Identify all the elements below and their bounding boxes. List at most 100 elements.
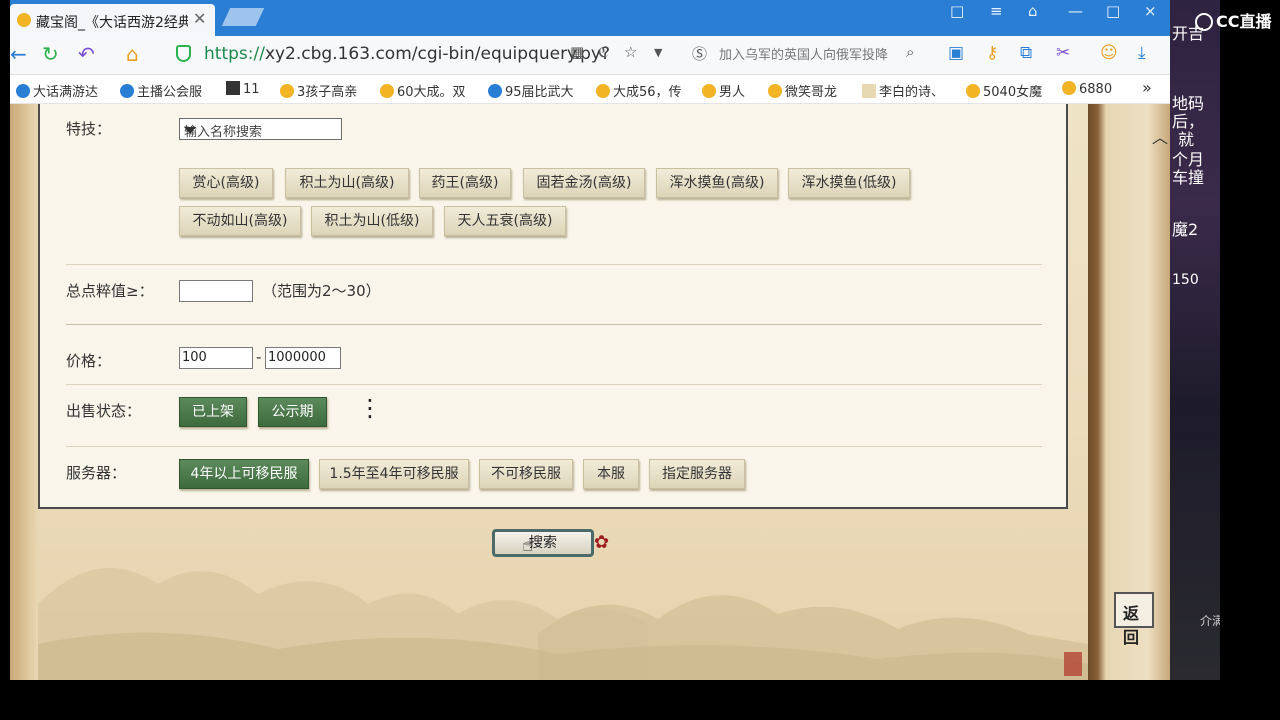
close-window-button[interactable]: × (1144, 2, 1157, 20)
skill-button[interactable]: 天人五衰(高级) (444, 206, 566, 236)
navigation-bar: ← ↻ ↶ ⌂ https://xy2.cbg.163.com/cgi-bin/… (10, 36, 1170, 75)
browser-window: 藏宝阁_《大话西游2经典 ✕ □ ≡ ⌂ — □ × ← ↻ ↶ ⌂ https… (10, 0, 1170, 680)
search-form-panel: 特技： 输入名称搜索 赏心(高级) 积土为山(高级) 药王(高级) 固若金汤(高… (38, 104, 1068, 509)
divider (66, 384, 1042, 385)
status-listed-button[interactable]: 已上架 (179, 397, 247, 427)
scroll-border-left (10, 104, 38, 680)
qr-code-icon[interactable]: ▦ (570, 43, 584, 61)
tab-bar: 藏宝阁_《大话西游2经典 ✕ □ ≡ ⌂ — □ × (10, 0, 1170, 36)
bookmark-favicon-icon (702, 84, 716, 98)
bookmark-item[interactable]: 11 (226, 81, 260, 97)
more-bookmarks-icon[interactable]: » (1142, 78, 1152, 97)
server-label: 服务器： (66, 464, 127, 482)
divider (66, 264, 1042, 265)
bookmark-item[interactable]: 6880 (1062, 81, 1112, 97)
bookmark-item[interactable]: 95届比武大 (488, 81, 574, 100)
overlay-text: 魔2 (1172, 220, 1199, 239)
new-tab-button[interactable] (221, 8, 265, 26)
skills-label: 特技： (66, 120, 112, 138)
bookmark-item[interactable]: 大成56，传 (596, 81, 682, 100)
home-icon[interactable]: ⌂ (126, 42, 139, 66)
bookmark-favicon-icon (966, 84, 980, 98)
maximize-button[interactable]: □ (1106, 2, 1120, 20)
menu-icon[interactable]: ≡ (990, 2, 1003, 20)
cc-live-logo: CC直播 (1195, 8, 1272, 32)
secure-shield-icon (176, 45, 191, 62)
skill-button[interactable]: 积土为山(低级) (311, 206, 433, 236)
bookmark-favicon-icon (1062, 81, 1076, 95)
star-icon[interactable]: ☆ (624, 43, 637, 61)
bookmark-favicon-icon (862, 84, 876, 98)
range-note: （范围为2～30） (262, 282, 381, 300)
bookmark-item[interactable]: 60大成。双 (380, 81, 466, 100)
bookmark-item[interactable]: 5040女魔 (966, 81, 1042, 100)
bookmark-favicon-icon (120, 84, 134, 98)
server-1.5-4yr-button[interactable]: 1.5年至4年可移民服 (319, 459, 469, 489)
chevron-down-icon (184, 127, 196, 134)
server-4yr-button[interactable]: 4年以上可移民服 (179, 459, 309, 489)
search-button[interactable]: 搜索 (492, 529, 594, 557)
skill-button[interactable]: 积土为山(高级) (285, 168, 409, 198)
scroll-up-icon[interactable]: ︿ (1152, 124, 1168, 148)
skill-button[interactable]: 不动如山(高级) (179, 206, 301, 236)
server-current-button[interactable]: 本服 (583, 459, 639, 489)
search-icon[interactable]: ⌕ (906, 43, 914, 61)
news-search-box[interactable]: 加入乌军的英国人向俄军投降 (719, 44, 888, 63)
page-content: ︿ 特技： 输入名称搜索 赏心(高级) 积土为山(高级) 药王(高级) 固若金汤… (10, 104, 1170, 680)
bookmark-item[interactable]: 3孩子高亲 (280, 81, 357, 100)
key-icon[interactable]: ⚷ (986, 43, 998, 63)
url-text[interactable]: https://xy2.cbg.163.com/cgi-bin/equipque… (204, 44, 610, 64)
back-button[interactable]: 返回 (1114, 592, 1154, 647)
translate-icon[interactable]: ℭ (598, 43, 609, 61)
bookmarks-bar: 大话满游达 主播公会服 11 3孩子高亲 60大成。双 95届比武大 大成56，… (10, 75, 1170, 104)
cc-logo-icon (1195, 13, 1213, 31)
skill-search-dropdown[interactable]: 输入名称搜索 (179, 118, 342, 140)
overlay-text: 150 (1172, 272, 1199, 288)
sale-status-label: 出售状态： (66, 402, 142, 420)
bookmark-favicon-icon (280, 84, 294, 98)
total-points-input[interactable] (179, 280, 253, 302)
skill-button[interactable]: 浑水摸鱼(高级) (656, 168, 778, 198)
server-non-migratable-button[interactable]: 不可移民服 (479, 459, 573, 489)
overlay-text: 介满 (1200, 614, 1220, 628)
status-preview-button[interactable]: 公示期 (258, 397, 327, 427)
tab-active[interactable]: 藏宝阁_《大话西游2经典 ✕ (10, 4, 215, 36)
back-arrow-icon[interactable]: ← (10, 42, 27, 66)
skill-button[interactable]: 药王(高级) (419, 168, 511, 198)
bookmark-item[interactable]: 男人 (702, 81, 745, 100)
address-bar[interactable]: https://xy2.cbg.163.com/cgi-bin/equipque… (170, 41, 690, 69)
hand-cursor-icon: ☝ (522, 535, 533, 556)
scissors-icon[interactable]: ✂ (1056, 43, 1070, 63)
bookmark-item[interactable]: 李白的诗、 (862, 81, 944, 100)
bookmark-favicon-icon (16, 84, 30, 98)
undo-icon[interactable]: ↶ (78, 42, 95, 66)
more-options-icon[interactable]: ⋮ (358, 396, 382, 420)
server-specified-button[interactable]: 指定服务器 (649, 459, 745, 489)
window-menu-icon[interactable]: □ (950, 2, 964, 20)
skin-icon[interactable]: ⌂ (1028, 2, 1038, 20)
skill-button[interactable]: 赏心(高级) (179, 168, 273, 198)
bookmark-item[interactable]: 主播公会服 (120, 81, 202, 100)
refresh-icon[interactable]: ↻ (42, 42, 59, 66)
search-engine-icon[interactable]: Ⓢ (692, 43, 707, 64)
chevron-down-icon[interactable]: ▼ (654, 46, 662, 59)
price-dash: - (256, 348, 262, 366)
skill-button[interactable]: 固若金汤(高级) (523, 168, 645, 198)
download-icon[interactable]: ⤓ (1138, 43, 1146, 63)
seal-stamp (1064, 652, 1082, 676)
screenshot-icon[interactable]: ⧉ (1020, 43, 1032, 63)
tab-title: 藏宝阁_《大话西游2经典 (36, 15, 188, 31)
skill-button[interactable]: 浑水摸鱼(低级) (788, 168, 910, 198)
bookmark-item[interactable]: 微笑哥龙 (768, 81, 837, 100)
minimize-button[interactable]: — (1068, 2, 1083, 20)
smiley-icon[interactable]: ☺ (1100, 43, 1118, 63)
tab-close-icon[interactable]: ✕ (193, 9, 206, 28)
extension-icon[interactable]: ▣ (948, 43, 964, 63)
bookmark-item[interactable]: 大话满游达 (16, 81, 98, 100)
site-favicon-icon (17, 13, 31, 27)
bookmark-favicon-icon (488, 84, 502, 98)
bookmark-favicon-icon (226, 81, 240, 95)
bookmark-favicon-icon (596, 84, 610, 98)
price-max-input[interactable]: 1000000 (265, 347, 341, 369)
price-min-input[interactable]: 100 (179, 347, 253, 369)
